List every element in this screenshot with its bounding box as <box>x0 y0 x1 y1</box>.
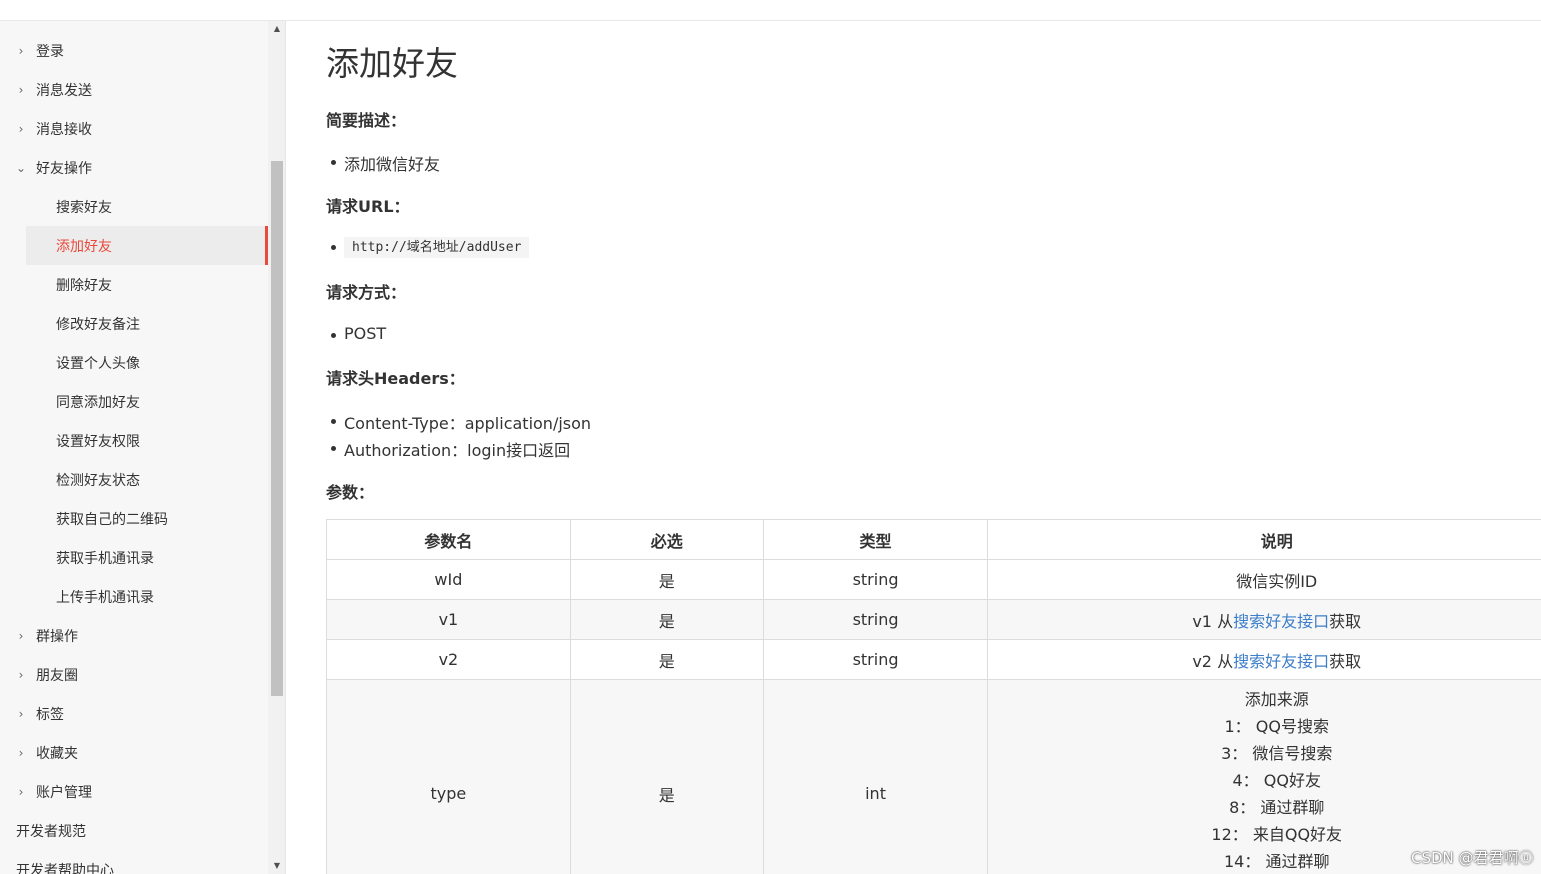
sidebar-item-message-send[interactable]: › 消息发送 <box>0 70 268 109</box>
sidebar-item-search-friend[interactable]: 搜索好友 <box>0 187 268 226</box>
scrollbar-thumb[interactable] <box>271 161 283 696</box>
sidebar-item-delete-friend[interactable]: 删除好友 <box>0 265 268 304</box>
desc-heading: 简要描述： <box>326 111 407 130</box>
table-row: v1 是 string v1 从搜索好友接口获取 <box>326 599 1541 640</box>
chevron-right-icon: › <box>18 667 24 682</box>
top-bar <box>0 0 1541 21</box>
chevron-right-icon: › <box>18 121 24 136</box>
header-item: Authorization：login接口返回 <box>330 437 570 461</box>
column-header: 参数名 <box>326 519 571 560</box>
params-table: 参数名 必选 类型 说明 wId 是 string 微信实例ID v1 是 st… <box>326 519 1541 874</box>
headers-heading: 请求头Headers： <box>326 369 465 388</box>
method-item: POST <box>330 324 387 343</box>
sidebar-item-tags[interactable]: › 标签 <box>0 694 268 733</box>
desc-item: 添加微信好友 <box>330 151 440 175</box>
chevron-right-icon: › <box>18 745 24 760</box>
chevron-right-icon: › <box>18 82 24 97</box>
column-header: 必选 <box>569 519 764 560</box>
sidebar-item-get-contacts[interactable]: 获取手机通讯录 <box>0 538 268 577</box>
chevron-right-icon: › <box>18 706 24 721</box>
param-type: string <box>762 639 989 680</box>
column-header: 说明 <box>987 519 1541 560</box>
page-title: 添加好友 <box>326 44 458 83</box>
sidebar-item-friend-permission[interactable]: 设置好友权限 <box>0 421 268 460</box>
chevron-right-icon: › <box>18 784 24 799</box>
chevron-right-icon: › <box>18 43 24 58</box>
params-heading: 参数： <box>326 483 375 502</box>
table-row: wId 是 string 微信实例ID <box>326 559 1541 600</box>
table-row: v2 是 string v2 从搜索好友接口获取 <box>326 639 1541 680</box>
sidebar-item-account[interactable]: › 账户管理 <box>0 772 268 811</box>
param-desc: 添加来源 1： QQ号搜索 3： 微信号搜索 4： QQ好友 8： 通过群聊 1… <box>987 679 1541 874</box>
table-row: type 是 int 添加来源 1： QQ号搜索 3： 微信号搜索 4： QQ好… <box>326 679 1541 874</box>
sidebar-item-dev-help[interactable]: 开发者帮助中心 <box>0 850 268 874</box>
sidebar-item-moments[interactable]: › 朋友圈 <box>0 655 268 694</box>
sidebar: › 登录 › 消息发送 › 消息接收 ⌄ 好友操作 搜索好友 添加好友 删除好友 修改好… <box>0 21 286 874</box>
param-name: wId <box>326 559 571 600</box>
param-desc: v2 从搜索好友接口获取 <box>987 639 1541 680</box>
url-item: http://域名地址/addUser <box>330 236 530 258</box>
chevron-right-icon: › <box>18 628 24 643</box>
sidebar-item-my-qrcode[interactable]: 获取自己的二维码 <box>0 499 268 538</box>
watermark: CSDN @君君啊ⓤ <box>1411 849 1534 867</box>
sidebar-scrollbar[interactable]: ▲ ▼ <box>268 21 285 874</box>
param-type: int <box>762 679 989 874</box>
method-heading: 请求方式： <box>326 283 407 302</box>
sidebar-item-accept-friend[interactable]: 同意添加好友 <box>0 382 268 421</box>
search-friend-api-link[interactable]: 搜索好友接口 <box>1233 612 1329 631</box>
sidebar-item-edit-remark[interactable]: 修改好友备注 <box>0 304 268 343</box>
param-name: v1 <box>326 599 571 640</box>
param-desc: v1 从搜索好友接口获取 <box>987 599 1541 640</box>
sidebar-item-message-receive[interactable]: › 消息接收 <box>0 109 268 148</box>
param-type: string <box>762 599 989 640</box>
column-header: 类型 <box>762 519 989 560</box>
url-code: http://域名地址/addUser <box>344 237 530 258</box>
param-required: 是 <box>569 679 764 874</box>
param-required: 是 <box>569 599 764 640</box>
scroll-down-icon[interactable]: ▼ <box>268 858 285 874</box>
search-friend-api-link[interactable]: 搜索好友接口 <box>1233 652 1329 671</box>
sidebar-item-friend-ops[interactable]: ⌄ 好友操作 <box>0 148 268 187</box>
param-type: string <box>762 559 989 600</box>
sidebar-item-upload-contacts[interactable]: 上传手机通讯录 <box>0 577 268 616</box>
sidebar-item-add-friend[interactable]: 添加好友 <box>26 226 268 265</box>
param-name: type <box>326 679 571 874</box>
sidebar-item-favorites[interactable]: › 收藏夹 <box>0 733 268 772</box>
sidebar-item-login[interactable]: › 登录 <box>0 31 268 70</box>
param-desc: 微信实例ID <box>987 559 1541 600</box>
header-item: Content-Type：application/json <box>330 410 591 434</box>
main-content: 添加好友 简要描述： 添加微信好友 请求URL： http://域名地址/add… <box>286 21 1541 874</box>
param-name: v2 <box>326 639 571 680</box>
param-required: 是 <box>569 559 764 600</box>
chevron-down-icon: ⌄ <box>15 160 27 175</box>
sidebar-item-dev-spec[interactable]: 开发者规范 <box>0 811 268 850</box>
sidebar-item-set-avatar[interactable]: 设置个人头像 <box>0 343 268 382</box>
sidebar-item-group-ops[interactable]: › 群操作 <box>0 616 268 655</box>
scroll-up-icon[interactable]: ▲ <box>268 21 285 37</box>
table-header-row: 参数名 必选 类型 说明 <box>326 519 1541 560</box>
url-heading: 请求URL： <box>326 197 410 216</box>
sidebar-item-check-status[interactable]: 检测好友状态 <box>0 460 268 499</box>
param-required: 是 <box>569 639 764 680</box>
